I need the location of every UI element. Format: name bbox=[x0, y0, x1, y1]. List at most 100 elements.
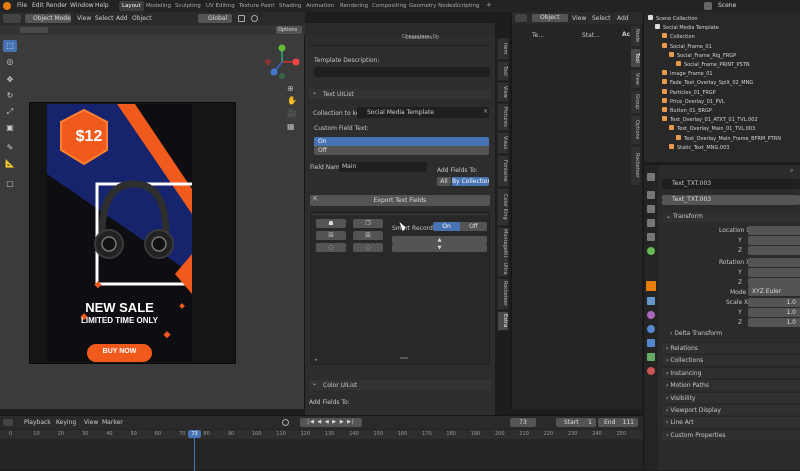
transform-orientation-dropdown[interactable]: Global bbox=[198, 14, 232, 23]
menu-render[interactable]: Render bbox=[46, 1, 67, 11]
outliner-row[interactable]: Static_Text_MNG.003 bbox=[669, 143, 729, 153]
workspace-tab-texture-paint[interactable]: Texture Paint bbox=[236, 1, 278, 11]
scene-name[interactable]: Scene bbox=[718, 2, 736, 9]
scale-x-field[interactable]: 1.0 bbox=[748, 298, 800, 307]
smart-record-on-button[interactable]: On bbox=[433, 222, 460, 231]
property-section-header[interactable]: › Custom Properties bbox=[662, 428, 800, 440]
delta-transform-header[interactable]: › Delta Transform bbox=[670, 330, 722, 337]
zoom-icon[interactable]: ⊕ bbox=[287, 84, 294, 93]
node-menu-view[interactable]: View bbox=[572, 14, 586, 24]
workspace-tab-geometry-nodes[interactable]: Geometry Nodes bbox=[406, 1, 458, 11]
sidebar-tab-item[interactable]: Item bbox=[497, 38, 509, 60]
select-box-tool-icon[interactable]: ⬚ bbox=[3, 40, 17, 52]
camera-view-icon[interactable]: 🎥 bbox=[287, 109, 297, 118]
editor-type-icon[interactable] bbox=[3, 14, 21, 23]
snap-icon[interactable] bbox=[238, 15, 245, 22]
export-text-fields-button[interactable]: Export Text Fields bbox=[310, 195, 490, 206]
resize-handle-icon[interactable] bbox=[400, 357, 408, 359]
sidebar-tab-pictures[interactable]: Pictures bbox=[497, 103, 509, 131]
measure-tool-icon[interactable]: 📐 bbox=[3, 158, 17, 170]
comment-icon-button[interactable]: ◌ bbox=[316, 243, 346, 252]
navigation-gizmo[interactable] bbox=[262, 42, 302, 82]
custom-field-off-option[interactable]: Off bbox=[314, 146, 489, 155]
expand-arrow-icon[interactable]: ▸ bbox=[315, 357, 318, 363]
data-name-field[interactable]: Text_TXT.003 bbox=[662, 195, 800, 205]
viewport-menu-view[interactable]: View bbox=[77, 14, 91, 24]
output-props-icon[interactable] bbox=[647, 205, 655, 213]
menu-edit[interactable]: Edit bbox=[32, 1, 44, 11]
custom-field-on-option[interactable]: On bbox=[314, 137, 489, 146]
outliner-row[interactable]: Fade_Text_Overlay_Spilt_02_MNG bbox=[662, 79, 753, 88]
timeline-menu-keying[interactable]: Keying bbox=[56, 418, 76, 428]
workspace-tab-compositing[interactable]: Compositing bbox=[369, 1, 409, 11]
transform-tool-icon[interactable]: ▣ bbox=[3, 122, 17, 134]
add-workspace-icon[interactable]: + bbox=[486, 1, 492, 9]
world-props-icon[interactable] bbox=[647, 247, 655, 255]
property-section-header[interactable]: › Relations bbox=[662, 342, 800, 353]
node-editor-type-icon[interactable] bbox=[515, 14, 527, 22]
outliner-row[interactable]: Particles_01_FRGP bbox=[662, 88, 716, 98]
annotate-tool-icon[interactable]: ✎ bbox=[3, 142, 17, 154]
outliner-row[interactable]: Collection bbox=[662, 33, 695, 42]
property-section-header[interactable]: › Motion Paths bbox=[662, 379, 800, 391]
workspace-tab-modeling[interactable]: Modeling bbox=[143, 1, 174, 11]
workspace-tab-layout[interactable]: Layout bbox=[119, 1, 144, 11]
current-frame-field[interactable]: 73 bbox=[510, 418, 536, 427]
node-tab-tool[interactable]: Tool bbox=[630, 48, 641, 68]
outliner-row[interactable]: Social_Frame_Rig_FRGP bbox=[669, 51, 736, 61]
template-description-field[interactable] bbox=[314, 67, 490, 77]
scene-props-icon[interactable] bbox=[647, 233, 655, 241]
move-down-button[interactable]: ▼ bbox=[392, 244, 487, 252]
sidebar-tab-color-king[interactable]: Color King bbox=[497, 188, 509, 226]
node-tab-rocketeer[interactable]: Rocketeer bbox=[630, 146, 641, 186]
workspace-tab-sculpting[interactable]: Sculpting bbox=[172, 1, 204, 11]
object-name-field[interactable]: Text_TXT.003 bbox=[662, 179, 800, 189]
breadcrumb-1[interactable]: Te... bbox=[532, 32, 544, 39]
outliner-row[interactable]: Social_Frame_01 bbox=[662, 42, 712, 52]
view-layer-props-icon[interactable] bbox=[647, 219, 655, 227]
collection-clear-icon[interactable]: × bbox=[483, 108, 488, 115]
properties-search-icon[interactable]: ⌕ bbox=[790, 167, 793, 175]
cursor-tool-icon[interactable]: ◎ bbox=[3, 56, 17, 68]
selection-mode-icon[interactable] bbox=[20, 27, 48, 33]
x-icon-button[interactable]: ☒ bbox=[316, 231, 346, 240]
property-section-header[interactable]: › Visibility bbox=[662, 391, 800, 403]
node-tab-options[interactable]: Options bbox=[630, 115, 641, 145]
menu-window[interactable]: Window bbox=[70, 1, 94, 11]
scale-z-field[interactable]: 1.0 bbox=[748, 318, 800, 327]
comment-icon-button-2[interactable]: ◌ bbox=[353, 243, 383, 252]
material-props-icon[interactable] bbox=[647, 367, 655, 375]
viewport-menu-object[interactable]: Object bbox=[132, 14, 152, 24]
add-fields-all-button[interactable]: All bbox=[437, 177, 451, 186]
copy-icon-button[interactable]: ❐ bbox=[353, 219, 383, 228]
workspace-tab-shading[interactable]: Shading bbox=[276, 1, 304, 11]
object-type-dropdown[interactable]: Object bbox=[532, 14, 568, 22]
render-props-icon[interactable] bbox=[647, 191, 655, 199]
blender-logo-icon[interactable] bbox=[3, 2, 11, 10]
end-frame-field[interactable]: End 111 bbox=[598, 418, 638, 427]
add-fields-by-collection-button[interactable]: By Collection bbox=[452, 177, 489, 186]
constraints-props-icon[interactable] bbox=[647, 339, 655, 347]
node-editor[interactable]: Object View Select Add Te... Stat... Act bbox=[511, 12, 643, 409]
timeline-editor-icon[interactable] bbox=[3, 419, 13, 426]
physics-props-icon[interactable] bbox=[647, 325, 655, 333]
workspace-tab-uv-editing[interactable]: UV Editing bbox=[203, 1, 238, 11]
rotation-mode-dropdown[interactable]: XYZ Euler bbox=[748, 287, 800, 296]
sidebar-tab-extra[interactable]: Extra bbox=[497, 311, 509, 331]
outliner-row[interactable]: Social_Frame_PRINT_PSTN bbox=[676, 61, 750, 70]
viewport-area[interactable]: Object Mode View Select Add Object Globa… bbox=[0, 12, 305, 409]
outliner-row[interactable]: Image_Frame_01 bbox=[662, 70, 713, 79]
scale-y-field[interactable]: 1.0 bbox=[748, 308, 800, 317]
playback-controls[interactable]: |◀ ◀ ◀ ▶ ▶ ▶| bbox=[300, 418, 362, 427]
sidebar-tab-visus[interactable]: Visus bbox=[497, 132, 509, 154]
node-menu-add[interactable]: Add bbox=[617, 14, 629, 24]
workspace-tab-animation[interactable]: Animation bbox=[303, 1, 337, 11]
color-uilist-header[interactable]: ⌄ Color UIList bbox=[309, 380, 491, 390]
object-mode-dropdown[interactable]: Object Mode bbox=[25, 14, 71, 23]
outliner-row[interactable]: Text_Overlay_01_ATXT_01_TVL.002 bbox=[662, 116, 758, 125]
property-section-header[interactable]: › Collections bbox=[662, 354, 800, 366]
start-frame-field[interactable]: Start 1 bbox=[556, 418, 596, 427]
rotate-tool-icon[interactable]: ↻ bbox=[3, 90, 17, 102]
node-tab-view[interactable]: View bbox=[630, 69, 641, 89]
add-cube-tool-icon[interactable]: ▢ bbox=[3, 178, 17, 190]
